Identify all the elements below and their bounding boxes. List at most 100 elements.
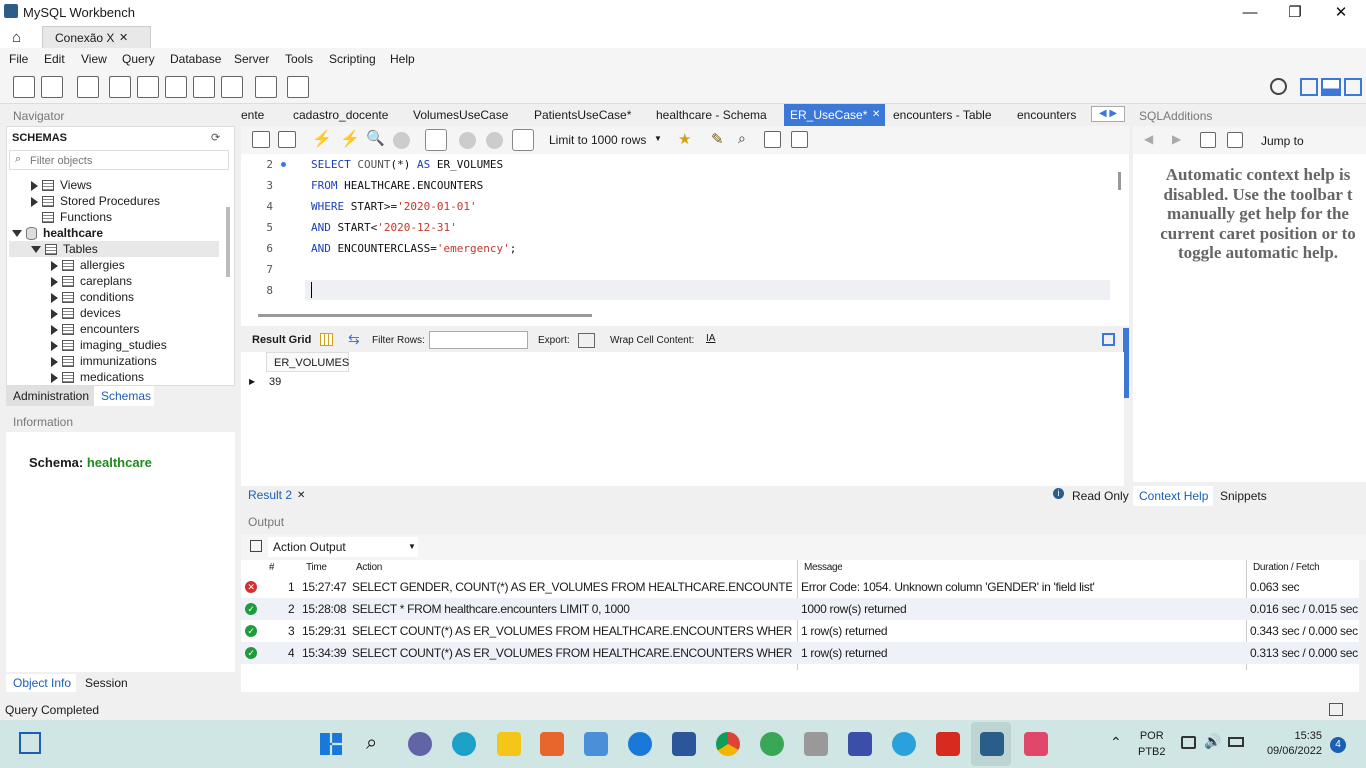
app-icon[interactable] [760, 732, 784, 756]
create-function-icon[interactable] [221, 76, 243, 98]
language-indicator[interactable]: POR PTB2 [1138, 730, 1166, 758]
menu-scripting[interactable]: Scripting [329, 52, 376, 66]
menu-view[interactable]: View [81, 52, 107, 66]
create-view-icon[interactable] [165, 76, 187, 98]
tree-item-table[interactable]: allergies [51, 257, 125, 273]
display-icon[interactable] [1181, 736, 1196, 749]
telegram-icon[interactable] [892, 732, 916, 756]
editor-tab-close-icon[interactable]: ✕ [872, 109, 881, 120]
battery-icon[interactable] [1228, 737, 1244, 747]
tab-object-info[interactable]: Object Info [6, 674, 76, 692]
notification-badge[interactable]: 4 [1330, 737, 1346, 753]
new-sql-tab-icon[interactable] [13, 76, 35, 98]
save-icon[interactable] [278, 131, 296, 148]
maximize-button[interactable]: ❐ [1285, 4, 1305, 22]
reconnect-icon[interactable] [287, 76, 309, 98]
table-row[interactable]: ✓ 3 15:29:31 SELECT COUNT(*) AS ER_VOLUM… [241, 620, 1359, 642]
tree-item-table[interactable]: encounters [51, 321, 139, 337]
commit-icon[interactable] [459, 132, 476, 149]
acrobat-icon[interactable] [936, 732, 960, 756]
beautify-icon[interactable]: ✎ [711, 130, 724, 148]
create-table-icon[interactable] [137, 76, 159, 98]
menu-edit[interactable]: Edit [44, 52, 65, 66]
jump-to-select[interactable]: Jump to [1261, 134, 1304, 148]
toggle-output-icon[interactable] [1321, 78, 1341, 96]
printer-app-icon[interactable] [804, 732, 828, 756]
copy-icon[interactable] [250, 540, 262, 552]
editor-tab[interactable]: ente [241, 108, 264, 122]
wrap-cell-icon[interactable]: IA [706, 333, 715, 344]
tree-item-table[interactable]: conditions [51, 289, 134, 305]
refresh-rows-icon[interactable]: ⇆ [348, 331, 360, 348]
editor-scrollbar[interactable] [1118, 172, 1121, 190]
toggle-continue-on-error-icon[interactable] [425, 129, 447, 151]
inspector-icon[interactable] [77, 76, 99, 98]
filter-objects-input[interactable] [30, 153, 220, 168]
execute-current-icon[interactable]: ⚡ [340, 129, 360, 149]
widgets-icon[interactable] [19, 732, 41, 754]
toggle-sidebar-icon[interactable] [1300, 78, 1318, 96]
home-icon[interactable]: ⌂ [12, 29, 21, 46]
tree-item-views[interactable]: Views [31, 177, 92, 193]
invisible-chars-icon[interactable] [764, 131, 781, 148]
settings-icon[interactable] [584, 732, 608, 756]
result-tab-close-icon[interactable]: ✕ [297, 490, 305, 501]
result-panel-toggle-icon[interactable] [1102, 333, 1115, 346]
tree-item-table[interactable]: devices [51, 305, 121, 321]
teamviewer-icon[interactable] [628, 732, 652, 756]
editor-tab[interactable]: encounters - Table [893, 108, 992, 122]
edge-icon[interactable] [452, 732, 476, 756]
connection-tab[interactable]: Conexão X ✕ [42, 26, 151, 48]
visual-studio-icon[interactable] [848, 732, 872, 756]
clock[interactable]: 15:35 09/06/2022 [1252, 730, 1322, 757]
tree-item-table[interactable]: immunizations [51, 353, 157, 369]
search-icon[interactable]: ⌕ [366, 732, 377, 755]
tree-item-stored-procedures[interactable]: Stored Procedures [31, 193, 160, 209]
tab-context-help[interactable]: Context Help [1133, 486, 1213, 506]
table-row[interactable]: ✕ 1 15:27:47 SELECT GENDER, COUNT(*) AS … [241, 576, 1359, 598]
close-window-button[interactable]: ✕ [1331, 4, 1351, 22]
sql-editor[interactable]: 2 3 4 5 6 7 8 SELECT COUNT(*) AS ER_VOLU… [241, 154, 1129, 304]
create-procedure-icon[interactable] [193, 76, 215, 98]
result-cell[interactable]: 39 [269, 376, 281, 388]
gear-icon[interactable] [1270, 78, 1287, 95]
tab-schemas[interactable]: Schemas [94, 386, 154, 406]
output-type-select[interactable]: Action Output ▼ [268, 537, 418, 557]
menu-help[interactable]: Help [390, 52, 415, 66]
office-icon[interactable] [540, 732, 564, 756]
connection-tab-close-icon[interactable]: ✕ [119, 31, 128, 44]
tree-item-functions[interactable]: Functions [42, 209, 112, 225]
tree-item-tables[interactable]: Tables [9, 241, 219, 257]
wrap-lines-icon[interactable] [791, 131, 808, 148]
open-sql-script-icon[interactable] [41, 76, 63, 98]
tree-item-healthcare-schema[interactable]: healthcare [12, 225, 103, 241]
start-icon[interactable] [320, 733, 342, 755]
grid-icon[interactable] [320, 333, 333, 346]
chrome-icon[interactable] [716, 732, 740, 756]
auto-help-icon[interactable] [1227, 132, 1243, 148]
back-arrow-icon[interactable]: ◀ [1144, 132, 1153, 146]
menu-tools[interactable]: Tools [285, 52, 313, 66]
menu-database[interactable]: Database [170, 52, 221, 66]
editor-tab[interactable]: cadastro_docente [293, 108, 388, 122]
table-row[interactable]: ✓ 4 15:34:39 SELECT COUNT(*) AS ER_VOLUM… [241, 642, 1359, 664]
forward-arrow-icon[interactable]: ▶ [1172, 132, 1181, 146]
tree-item-table[interactable]: imaging_studies [51, 337, 167, 353]
editor-hscrollbar[interactable] [258, 314, 592, 317]
create-schema-icon[interactable] [109, 76, 131, 98]
minimize-button[interactable]: — [1240, 4, 1260, 22]
tab-session[interactable]: Session [78, 674, 138, 692]
export-icon[interactable] [578, 333, 595, 348]
tab-administration[interactable]: Administration [6, 386, 94, 406]
rollback-icon[interactable] [486, 132, 503, 149]
toggle-secondary-sidebar-icon[interactable] [1344, 78, 1362, 96]
chevron-up-icon[interactable]: ⌃ [1110, 734, 1122, 751]
auto-commit-icon[interactable] [512, 129, 534, 151]
result-grid-label[interactable]: Result Grid [252, 334, 311, 346]
menu-server[interactable]: Server [234, 52, 269, 66]
table-row[interactable]: ✓ 2 15:28:08 SELECT * FROM healthcare.en… [241, 598, 1359, 620]
mysql-workbench-taskbar-icon[interactable] [980, 732, 1004, 756]
filter-rows-input[interactable] [429, 331, 528, 349]
editor-tab[interactable]: encounters [1017, 108, 1076, 122]
tab-snippets[interactable]: Snippets [1213, 486, 1283, 506]
